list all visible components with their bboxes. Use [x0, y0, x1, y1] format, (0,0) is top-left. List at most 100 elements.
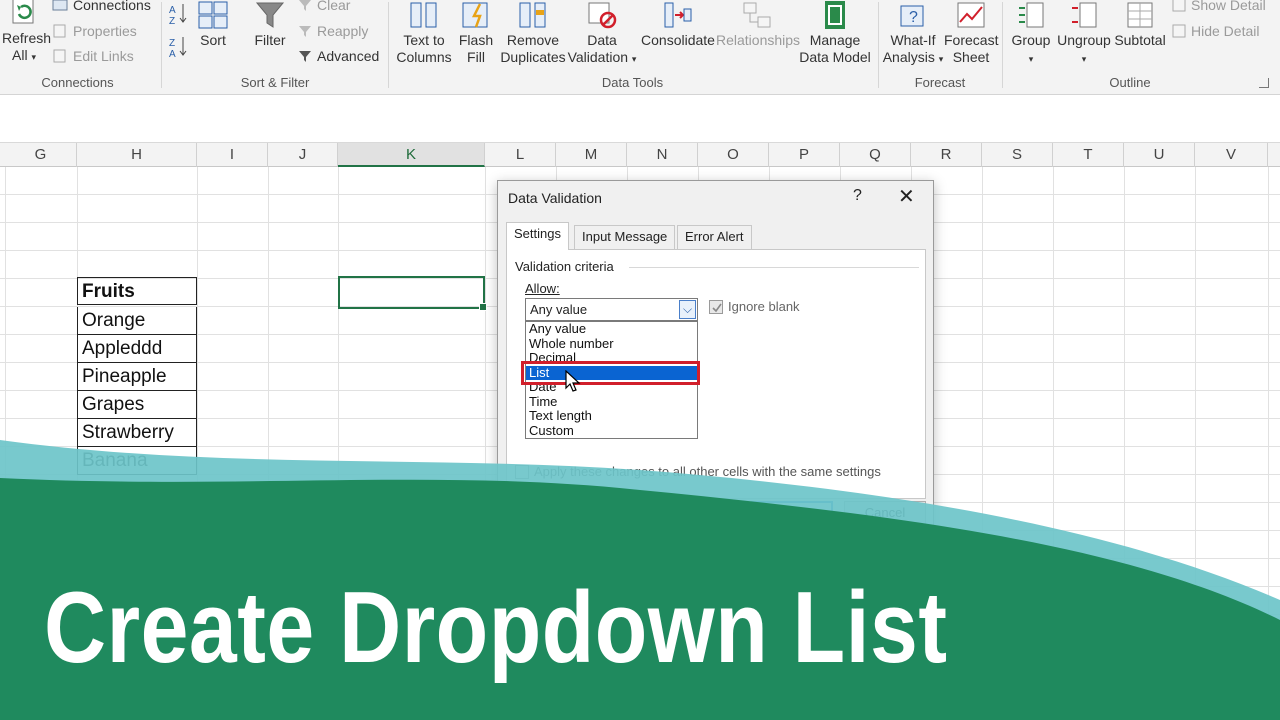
advanced-filter-button[interactable]: Advanced [298, 48, 379, 64]
formula-bar-area [0, 95, 1280, 143]
relationships-button[interactable]: Relationships [716, 0, 800, 49]
column-header-n[interactable]: N [627, 143, 698, 167]
remove-duplicates-button[interactable]: Remove Duplicates [500, 0, 566, 66]
show-detail-button[interactable]: Show Detail [1172, 0, 1266, 13]
table-row[interactable]: Pineapple [77, 363, 197, 391]
column-header-m[interactable]: M [556, 143, 627, 167]
close-icon[interactable]: ✕ [898, 184, 915, 209]
dialog-title: Data Validation [508, 190, 602, 206]
edit-links-icon [53, 49, 66, 63]
chevron-down-icon[interactable]: ⌵ [679, 300, 696, 319]
flash-fill-icon [462, 2, 488, 28]
table-row[interactable]: Grapes [77, 391, 197, 419]
tab-input-message[interactable]: Input Message [574, 225, 676, 249]
tab-settings[interactable]: Settings [506, 222, 569, 250]
allow-label: Allow: [525, 281, 560, 296]
consolidate-icon [664, 2, 692, 28]
manage-data-model-button[interactable]: Manage Data Model [798, 0, 872, 66]
refresh-label: Refresh [2, 30, 52, 46]
table-row[interactable]: Banana [77, 447, 197, 475]
column-header-j[interactable]: J [268, 143, 338, 167]
table-header-cell[interactable]: Fruits [77, 277, 197, 305]
dialog-launcher-icon[interactable] [1259, 78, 1269, 88]
list-item[interactable]: Custom [526, 423, 697, 439]
list-item[interactable]: Any value [526, 322, 697, 337]
forecast-sheet-icon [957, 2, 985, 28]
forecast-sheet-button[interactable]: Forecast Sheet [944, 0, 998, 66]
table-row[interactable]: Orange [77, 307, 197, 335]
group-button[interactable]: Group ▾ [1008, 0, 1054, 68]
text-to-columns-button[interactable]: Text to Columns [392, 0, 456, 66]
connections-group-label: Connections [41, 75, 114, 90]
ungroup-icon [1072, 2, 1097, 28]
hide-detail-button[interactable]: Hide Detail [1172, 23, 1259, 39]
ignore-blank-checkbox[interactable] [709, 299, 723, 314]
grid-line [1268, 167, 1269, 720]
clear-all-button[interactable]: Clear All [506, 501, 586, 525]
reapply-button[interactable]: Reapply [298, 23, 368, 39]
sort-az-icon: AZ [169, 4, 187, 26]
outline-group-label: Outline [1109, 75, 1151, 90]
properties-icon [53, 24, 66, 38]
column-header-k[interactable]: K [338, 143, 485, 167]
reapply-icon [299, 26, 311, 37]
separator [388, 2, 389, 88]
allow-dropdown[interactable]: Any value ⌵ [525, 298, 698, 321]
column-header-l[interactable]: L [485, 143, 556, 167]
table-row[interactable]: Strawberry [77, 419, 197, 447]
data-tools-group-label: Data Tools [601, 75, 664, 90]
grid-line [982, 167, 983, 720]
column-header-h[interactable]: H [77, 143, 197, 167]
table-row[interactable]: Appleddd [77, 335, 197, 363]
grid-line [1124, 167, 1125, 720]
data-validation-icon [588, 2, 617, 29]
sort-button[interactable]: Sort [196, 0, 230, 49]
flash-fill-button[interactable]: Flash Fill [456, 0, 496, 66]
separator [878, 2, 879, 88]
what-if-icon: ? [900, 5, 924, 27]
properties-button[interactable]: Properties [52, 23, 137, 39]
apply-all-checkbox[interactable] [515, 464, 529, 479]
sort-az-button[interactable]: AZ [168, 2, 188, 26]
selected-cell-k4[interactable] [338, 276, 487, 311]
mouse-pointer-icon [565, 370, 581, 392]
column-header-u[interactable]: U [1124, 143, 1195, 167]
svg-text:A: A [169, 5, 176, 16]
ribbon: Refresh All ▾ Connections Properties Edi… [0, 0, 1280, 95]
column-header-s[interactable]: S [982, 143, 1053, 167]
cancel-button[interactable]: Cancel [844, 501, 926, 525]
filter-funnel-icon [255, 2, 285, 28]
consolidate-button[interactable]: Consolidate [640, 0, 716, 49]
column-header-r[interactable]: R [911, 143, 982, 167]
column-header-t[interactable]: T [1053, 143, 1124, 167]
column-header-i[interactable]: I [197, 143, 268, 167]
filter-button[interactable]: Filter [252, 0, 288, 49]
column-header-v[interactable]: V [1195, 143, 1268, 167]
column-header-p[interactable]: P [769, 143, 840, 167]
ok-button[interactable]: OK [751, 501, 833, 525]
svg-text:Z: Z [169, 38, 175, 49]
list-item[interactable]: Time [526, 394, 697, 410]
refresh-all-button[interactable]: Refresh All ▾ [2, 0, 51, 66]
column-header-o[interactable]: O [698, 143, 769, 167]
list-item[interactable]: Text length [526, 409, 697, 424]
allow-selected-value: Any value [530, 302, 588, 317]
what-if-analysis-button[interactable]: ? What-If Analysis ▾ [882, 0, 944, 68]
subtotal-button[interactable]: Subtotal [1112, 0, 1168, 49]
apply-all-option[interactable]: Apply these changes to all other cells w… [515, 464, 881, 479]
sort-za-button[interactable]: ZA [168, 35, 188, 59]
refresh-icon [12, 0, 34, 24]
connections-button[interactable]: Connections [52, 0, 151, 13]
ignore-blank-option[interactable]: Ignore blank [709, 299, 800, 314]
connections-icon [52, 0, 68, 11]
edit-links-button[interactable]: Edit Links [52, 48, 134, 64]
column-header-g[interactable]: G [5, 143, 77, 167]
column-header-q[interactable]: Q [840, 143, 911, 167]
tab-error-alert[interactable]: Error Alert [677, 225, 752, 249]
data-validation-button[interactable]: Data Validation ▾ [566, 0, 638, 68]
clear-filter-button[interactable]: Clear [298, 0, 350, 13]
ungroup-button[interactable]: Ungroup ▾ [1056, 0, 1112, 68]
list-item[interactable]: Whole number [526, 336, 697, 352]
help-button[interactable]: ? [853, 187, 862, 205]
svg-text:A: A [169, 49, 176, 59]
